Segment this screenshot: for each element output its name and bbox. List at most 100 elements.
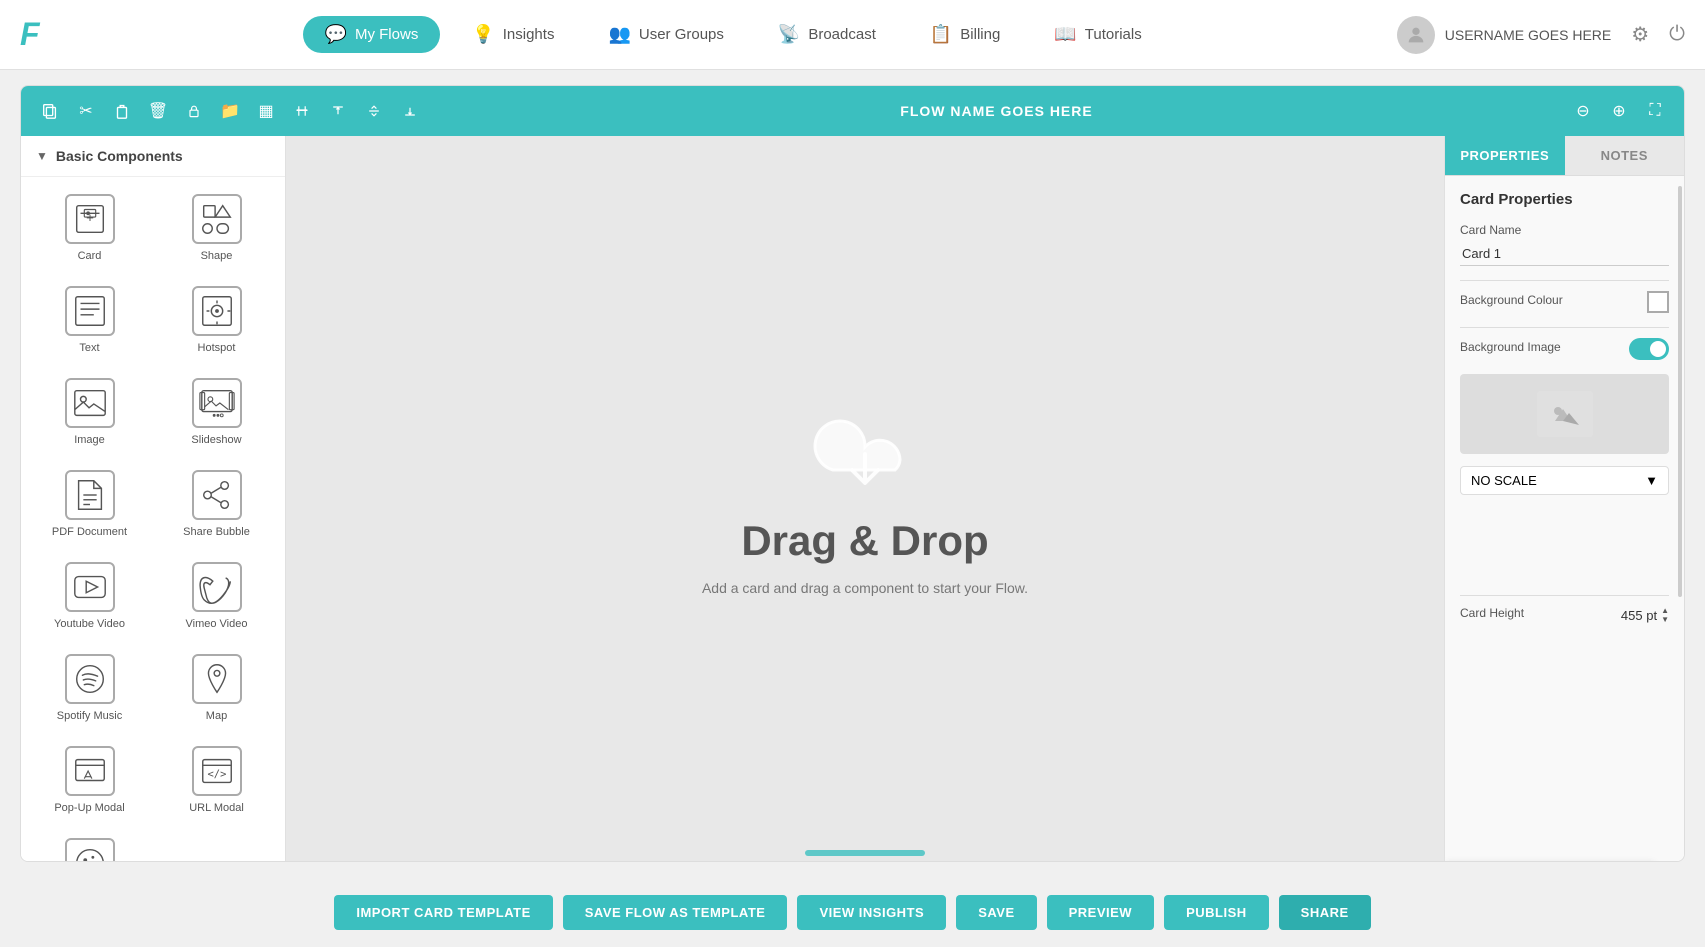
hotspot-icon (192, 286, 242, 336)
toolbar-align2-btn[interactable] (324, 97, 352, 125)
share-label: Share Bubble (183, 526, 250, 538)
image-label: Image (74, 434, 105, 446)
component-url[interactable]: </> URL Modal (153, 734, 280, 826)
nav-item-billing[interactable]: 📋 Billing (908, 16, 1022, 53)
toolbar-folder-btn[interactable]: 📁 (216, 97, 244, 125)
shape-label: Shape (201, 250, 233, 262)
youtube-icon (65, 562, 115, 612)
bg-image-placeholder[interactable] (1460, 374, 1669, 454)
spotify-label: Spotify Music (57, 710, 122, 722)
user-groups-icon: 👥 (608, 24, 630, 45)
right-panel-scrollbar[interactable] (1678, 186, 1682, 597)
bg-image-inner-row: Background Image (1460, 338, 1669, 360)
component-slideshow[interactable]: Slideshow (153, 366, 280, 458)
bg-image-toggle[interactable] (1629, 338, 1669, 360)
component-shape[interactable]: Shape (153, 182, 280, 274)
card-height-decrement[interactable]: ▼ (1661, 616, 1669, 624)
toolbar-cut-btn[interactable]: ✂ (72, 97, 100, 125)
nav-item-my-flows[interactable]: 💬 My Flows (303, 16, 441, 53)
right-panel-tabs: PROPERTIES NOTES (1445, 136, 1684, 176)
bg-colour-inner-row: Background Colour (1460, 291, 1669, 313)
toolbar-zoom-out-btn[interactable]: ⊖ (1569, 97, 1597, 125)
app-logo[interactable]: F (20, 16, 40, 53)
toolbar-fullscreen-btn[interactable]: ⛶ (1641, 97, 1669, 125)
drag-drop-title: Drag & Drop (741, 517, 988, 565)
card-height-spinners: ▲ ▼ (1661, 607, 1669, 624)
component-youtube[interactable]: Youtube Video (26, 550, 153, 642)
component-cookie[interactable]: Cookie (26, 826, 153, 861)
save-template-button[interactable]: SAVE FLOW AS TEMPLATE (563, 895, 788, 930)
url-label: URL Modal (189, 802, 244, 814)
nav-right: USERNAME GOES HERE ⚙ ⏻ (1397, 16, 1685, 54)
nav-item-user-groups[interactable]: 👥 User Groups (586, 16, 745, 53)
canvas-scrollbar[interactable] (805, 850, 925, 856)
drag-drop-subtitle: Add a card and drag a component to start… (702, 580, 1028, 596)
map-label: Map (206, 710, 227, 722)
toolbar-align4-btn[interactable] (396, 97, 424, 125)
import-template-button[interactable]: IMPORT CARD TEMPLATE (334, 895, 552, 930)
hotspot-label: Hotspot (198, 342, 236, 354)
toolbar-delete-btn[interactable]: 🗑 (144, 97, 172, 125)
bg-colour-row: Background Colour (1460, 291, 1669, 313)
broadcast-icon: 📡 (778, 24, 800, 45)
username-label: USERNAME GOES HERE (1445, 27, 1611, 43)
toolbar-zoom-controls: ⊖ ⊕ ⛶ (1569, 97, 1669, 125)
component-card[interactable]: + Card (26, 182, 153, 274)
component-text[interactable]: Text (26, 274, 153, 366)
share-icon (192, 470, 242, 520)
nav-items: 💬 My Flows 💡 Insights 👥 User Groups 📡 Br… (70, 16, 1397, 53)
slideshow-icon (192, 378, 242, 428)
user-area[interactable]: USERNAME GOES HERE (1397, 16, 1611, 54)
card-height-value-area: 455 pt ▲ ▼ (1621, 607, 1669, 624)
scale-select[interactable]: NO SCALE ▼ (1460, 466, 1669, 495)
component-image[interactable]: Image (26, 366, 153, 458)
nav-item-tutorials[interactable]: 📖 Tutorials (1032, 16, 1163, 53)
component-pdf[interactable]: PDF Document (26, 458, 153, 550)
bg-colour-swatch[interactable] (1647, 291, 1669, 313)
vimeo-icon (192, 562, 242, 612)
card-name-input[interactable] (1460, 242, 1669, 266)
top-navigation: F 💬 My Flows 💡 Insights 👥 User Groups 📡 … (0, 0, 1705, 70)
toolbar-paste-btn[interactable] (108, 97, 136, 125)
right-panel-content: Card Properties Card Name Background Col… (1445, 176, 1684, 861)
card-height-increment[interactable]: ▲ (1661, 607, 1669, 615)
nav-item-insights[interactable]: 💡 Insights (450, 16, 576, 53)
panel-collapse-arrow[interactable]: ▼ (36, 149, 48, 163)
component-vimeo[interactable]: Vimeo Video (153, 550, 280, 642)
power-button[interactable]: ⏻ (1669, 23, 1685, 46)
component-share[interactable]: Share Bubble (153, 458, 280, 550)
bg-image-row: Background Image (1460, 338, 1669, 360)
save-button[interactable]: SAVE (956, 895, 1036, 930)
text-icon (65, 286, 115, 336)
drag-drop-area: Drag & Drop Add a card and drag a compon… (702, 402, 1028, 596)
component-spotify[interactable]: Spotify Music (26, 642, 153, 734)
nav-item-broadcast[interactable]: 📡 Broadcast (756, 16, 898, 53)
share-button[interactable]: SHARE (1279, 895, 1371, 930)
toolbar-align1-btn[interactable] (288, 97, 316, 125)
toolbar-grid-btn[interactable]: ▦ (252, 97, 280, 125)
tab-properties[interactable]: PROPERTIES (1445, 136, 1565, 175)
popup-icon (65, 746, 115, 796)
svg-text:</>: </> (207, 769, 226, 781)
card-height-label: Card Height (1460, 606, 1524, 620)
component-hotspot[interactable]: Hotspot (153, 274, 280, 366)
bg-image-label: Background Image (1460, 340, 1561, 354)
component-map[interactable]: Map (153, 642, 280, 734)
settings-button[interactable]: ⚙ (1631, 22, 1649, 47)
nav-item-my-flows-label: My Flows (355, 26, 418, 43)
preview-button[interactable]: PREVIEW (1047, 895, 1154, 930)
tab-notes[interactable]: NOTES (1565, 136, 1685, 175)
spotify-icon (65, 654, 115, 704)
toolbar-zoom-in-btn[interactable]: ⊕ (1605, 97, 1633, 125)
panel-header: ▼ Basic Components (21, 136, 285, 177)
view-insights-button[interactable]: VIEW INSIGHTS (797, 895, 946, 930)
toolbar-lock-btn[interactable] (180, 97, 208, 125)
card-label: Card (78, 250, 102, 262)
publish-button[interactable]: PUBLISH (1164, 895, 1269, 930)
drag-drop-cloud-icon (805, 402, 925, 502)
toolbar-copy-btn[interactable] (36, 97, 64, 125)
component-popup[interactable]: Pop-Up Modal (26, 734, 153, 826)
canvas-area[interactable]: Drag & Drop Add a card and drag a compon… (286, 136, 1444, 861)
toolbar-align3-btn[interactable] (360, 97, 388, 125)
url-icon: </> (192, 746, 242, 796)
